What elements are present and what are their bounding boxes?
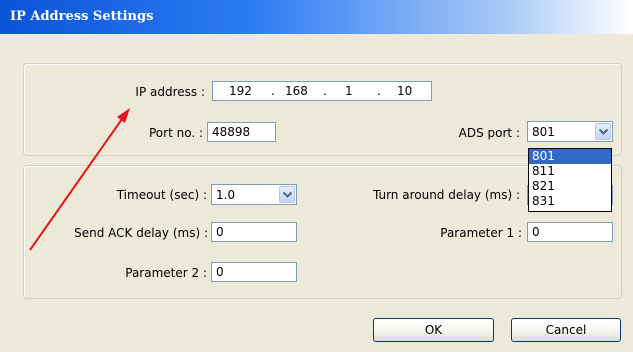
ip-address-field[interactable]: 192 . 168 . 1 . 10 bbox=[212, 81, 432, 101]
parameter-1-label: Parameter 1 : bbox=[440, 226, 522, 240]
window-title: IP Address Settings bbox=[10, 9, 154, 24]
port-label: Port no. : bbox=[148, 126, 203, 140]
ip-dot-2: . bbox=[323, 84, 327, 98]
ads-port-option[interactable]: 831 bbox=[529, 194, 611, 209]
turnaround-delay-label: Turn around delay (ms) : bbox=[372, 188, 520, 202]
ok-button[interactable]: OK bbox=[373, 318, 494, 342]
cancel-button[interactable]: Cancel bbox=[511, 318, 621, 342]
ads-port-option[interactable]: 811 bbox=[529, 164, 611, 179]
ip-octet-4[interactable]: 10 bbox=[397, 84, 412, 98]
timeout-select[interactable]: 1.0 bbox=[211, 184, 297, 205]
ads-port-dropdown-button[interactable] bbox=[595, 123, 611, 140]
ip-octet-3[interactable]: 1 bbox=[345, 84, 353, 98]
parameter-2-label: Parameter 2 : bbox=[125, 266, 207, 280]
ads-port-value: 801 bbox=[532, 125, 555, 139]
ip-dot-3: . bbox=[377, 84, 381, 98]
ip-settings-dialog: IP address : 192 . 168 . 1 . 10 Port no.… bbox=[0, 34, 633, 352]
timeout-label: Timeout (sec) : bbox=[116, 188, 207, 202]
timeout-value: 1.0 bbox=[216, 188, 236, 202]
ads-port-dropdown-list: 801 811 821 831 bbox=[528, 148, 612, 212]
ip-address-label: IP address : bbox=[135, 85, 205, 99]
ip-octet-1[interactable]: 192 bbox=[229, 84, 252, 98]
ads-port-label: ADS port : bbox=[458, 126, 520, 140]
send-ack-delay-field[interactable]: 0 bbox=[211, 222, 297, 242]
ip-dot-1: . bbox=[271, 84, 275, 98]
title-bar[interactable]: IP Address Settings bbox=[0, 0, 633, 34]
chevron-down-icon bbox=[283, 192, 292, 198]
chevron-down-icon bbox=[599, 129, 608, 135]
ads-port-select[interactable]: 801 bbox=[527, 121, 613, 142]
ads-port-option[interactable]: 821 bbox=[529, 179, 611, 194]
ip-group-box bbox=[23, 63, 622, 156]
parameter-1-field[interactable]: 0 bbox=[527, 222, 613, 242]
port-field[interactable]: 48898 bbox=[207, 122, 276, 142]
parameter-2-field[interactable]: 0 bbox=[211, 262, 297, 282]
ads-port-option[interactable]: 801 bbox=[529, 149, 611, 164]
timeout-dropdown-button[interactable] bbox=[279, 186, 295, 203]
ip-octet-2[interactable]: 168 bbox=[285, 84, 308, 98]
send-ack-delay-label: Send ACK delay (ms) : bbox=[74, 226, 208, 240]
